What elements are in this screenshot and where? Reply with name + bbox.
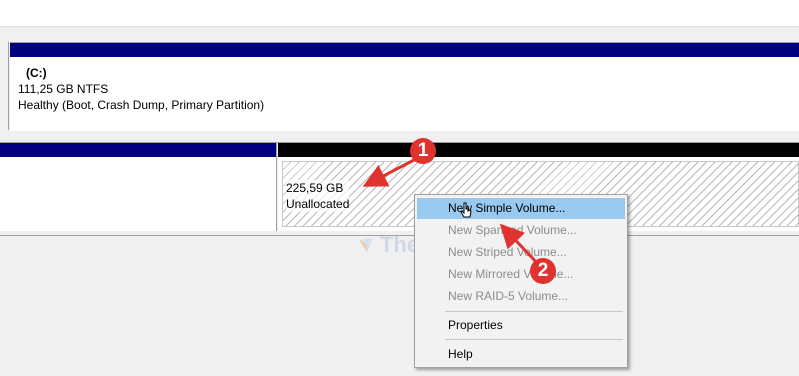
top-pane xyxy=(0,0,799,27)
unallocated-label: Unallocated xyxy=(286,197,350,211)
partition-c-label: (C:) xyxy=(26,66,47,80)
watermark-logo-icon xyxy=(359,238,373,252)
menu-item-properties[interactable]: Properties xyxy=(417,315,625,336)
unallocated-band xyxy=(278,143,799,157)
partition-c[interactable]: (C:) 111,25 GB NTFS Healthy (Boot, Crash… xyxy=(10,42,799,131)
disk-1-info-cell[interactable] xyxy=(0,143,277,231)
menu-separator xyxy=(445,311,623,312)
partition-c-status: Healthy (Boot, Crash Dump, Primary Parti… xyxy=(18,98,265,112)
menu-item-new-spanned-volume[interactable]: New Spanned Volume... xyxy=(417,220,625,241)
disk-0-info-cell[interactable] xyxy=(0,42,9,130)
disk-1-row: 225,59 GB Unallocated xyxy=(0,142,799,236)
menu-item-new-striped-volume[interactable]: New Striped Volume... xyxy=(417,242,625,263)
menu-separator xyxy=(445,339,623,340)
partition-c-size: 111,25 GB NTFS xyxy=(18,82,109,96)
disk-1-info-band xyxy=(0,143,276,157)
menu-item-new-simple-volume[interactable]: New Simple Volume... xyxy=(417,198,625,219)
context-menu: New Simple Volume... New Spanned Volume.… xyxy=(414,194,628,368)
disk-0-row: (C:) 111,25 GB NTFS Healthy (Boot, Crash… xyxy=(0,42,799,131)
menu-item-help[interactable]: Help xyxy=(417,344,625,365)
menu-item-new-mirrored-volume[interactable]: New Mirrored Volume... xyxy=(417,264,625,285)
mouse-cursor-icon xyxy=(460,202,472,218)
unallocated-size: 225,59 GB xyxy=(286,181,344,195)
step-1-badge: 1 xyxy=(410,138,436,164)
menu-item-new-raid5-volume[interactable]: New RAID-5 Volume... xyxy=(417,286,625,307)
step-2-badge: 2 xyxy=(530,258,556,284)
partition-c-band xyxy=(10,43,799,57)
